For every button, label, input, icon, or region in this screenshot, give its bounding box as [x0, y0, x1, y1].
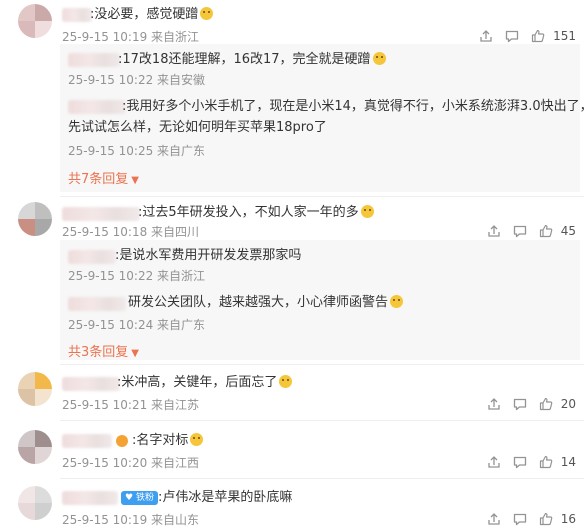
divider: [60, 196, 584, 197]
comment-icon[interactable]: [507, 394, 533, 414]
reply-meta: 25-9-15 10:24 来自广东: [68, 318, 206, 332]
like-count: 14: [560, 455, 576, 469]
more-replies-link[interactable]: 共3条回复 ▼: [68, 341, 139, 360]
reply-text: :我用好多个小米手机了，现在是小米14，真觉得不行，小米系统澎湃3.0快出了，: [122, 99, 584, 114]
comment-icon[interactable]: [507, 509, 533, 529]
divider: [60, 364, 584, 365]
reply-text: :是说水军费用开研发发票那家吗: [115, 248, 302, 263]
reply-meta: 25-9-15 10:22 来自浙江: [68, 269, 206, 283]
like-icon[interactable]: [533, 394, 559, 414]
reply-meta: 25-9-15 10:25 来自广东: [68, 144, 206, 158]
laugh-emoji-icon: [372, 52, 386, 65]
comment-meta: 25-9-15 10:20 来自江西: [62, 456, 200, 470]
comment-meta: 25-9-15 10:19 来自浙江: [62, 30, 200, 44]
comment-meta: 25-9-15 10:18 来自四川: [62, 225, 200, 239]
avatar[interactable]: [18, 202, 52, 236]
comment-icon[interactable]: [507, 452, 533, 472]
share-icon[interactable]: [481, 394, 507, 414]
username[interactable]: [62, 377, 120, 391]
reply-username[interactable]: [68, 297, 126, 311]
cat-emoji-icon: [360, 205, 374, 218]
chevron-down-icon: ▼: [131, 348, 139, 359]
comment-icon[interactable]: [507, 221, 533, 241]
share-icon[interactable]: [473, 26, 499, 46]
vip-crown-icon: [116, 435, 128, 447]
reply-username[interactable]: [68, 250, 116, 264]
like-icon[interactable]: [533, 452, 559, 472]
comment-text: :没必要，感觉硬蹭: [90, 5, 214, 24]
share-icon[interactable]: [481, 509, 507, 529]
smile-emoji-icon: [200, 7, 214, 20]
avatar[interactable]: [18, 486, 52, 520]
comment-actions: 16: [481, 509, 584, 529]
comment-actions: 45: [481, 221, 584, 241]
avatar[interactable]: [18, 4, 52, 38]
reply-text-continued: 先试试怎么样，无论如何明年买苹果18pro了: [68, 120, 327, 135]
cat-emoji-icon: [390, 295, 404, 308]
comment-text: :名字对标: [132, 431, 204, 450]
share-icon[interactable]: [481, 452, 507, 472]
divider: [60, 420, 584, 421]
comment-text: :过去5年研发投入，不如人家一年的多: [138, 203, 374, 222]
reply-username[interactable]: [68, 53, 120, 67]
like-count: 16: [560, 512, 576, 526]
comment-text: :卢伟冰是苹果的卧底嘛: [158, 490, 293, 505]
comment-meta: 25-9-15 10:19 来自山东: [62, 513, 200, 527]
like-count: 20: [560, 397, 576, 411]
username[interactable]: [62, 8, 92, 22]
like-count: 151: [553, 29, 576, 43]
comment-icon[interactable]: [499, 26, 525, 46]
fan-badge: ♥ 铁粉: [121, 491, 158, 505]
reply-meta: 25-9-15 10:22 来自安徽: [68, 73, 206, 87]
share-icon[interactable]: [481, 221, 507, 241]
avatar[interactable]: [18, 430, 52, 464]
smile-emoji-icon: [190, 433, 204, 446]
reply-text: 研发公关团队，越来越强大，小心律师函警告: [128, 293, 404, 312]
like-icon[interactable]: [533, 509, 559, 529]
avatar[interactable]: [18, 372, 52, 406]
reply-text: :17改18还能理解，16改17，完全就是硬蹭: [118, 50, 386, 69]
like-icon[interactable]: [533, 221, 559, 241]
comment-actions: 20: [481, 394, 584, 414]
username[interactable]: [62, 207, 140, 221]
comment-meta: 25-9-15 10:21 来自江苏: [62, 398, 200, 412]
comment-actions: 14: [481, 452, 584, 472]
like-count: 45: [560, 224, 576, 238]
reply-username[interactable]: [68, 100, 126, 114]
comment-text: :米冲高，关键年，后面忘了: [117, 373, 293, 392]
more-replies-link[interactable]: 共7条回复 ▼: [68, 168, 139, 187]
username[interactable]: [62, 491, 118, 505]
cat-emoji-icon: [279, 375, 293, 388]
chevron-down-icon: ▼: [131, 175, 139, 186]
comment-actions: 151: [473, 26, 584, 46]
divider: [60, 478, 584, 479]
like-icon[interactable]: [525, 26, 551, 46]
username[interactable]: [62, 434, 112, 448]
